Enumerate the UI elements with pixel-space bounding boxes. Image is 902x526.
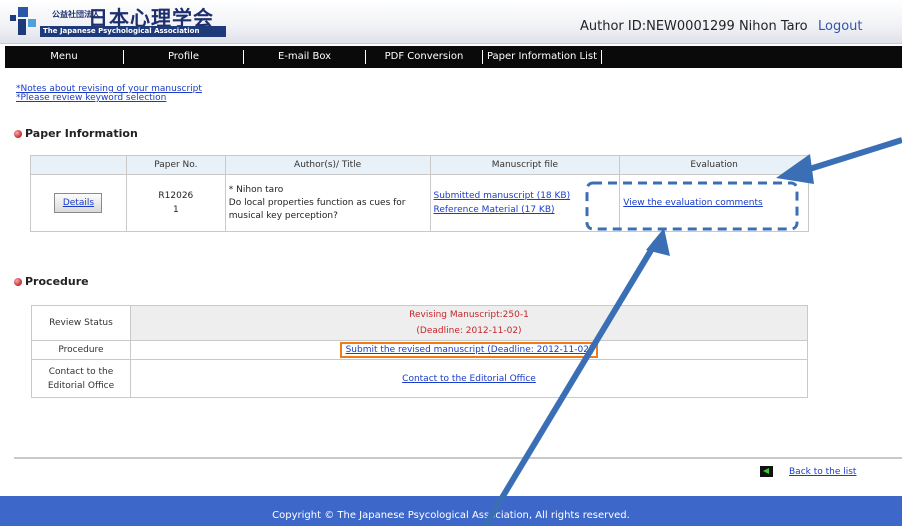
header-evaluation: Evaluation	[619, 155, 809, 175]
back-arrow-icon	[760, 466, 773, 477]
submitted-manuscript-link[interactable]: Submitted manuscript (18 KB)	[434, 189, 620, 203]
author-name: * Nihon taro	[228, 184, 284, 195]
nav-menu[interactable]: Menu	[5, 50, 124, 64]
nav-pdf-conversion[interactable]: PDF Conversion	[366, 50, 483, 64]
annotation-overlay	[482, 137, 902, 526]
table-header-row: Paper No. Author(s)/ Title Manuscript fi…	[30, 155, 809, 175]
paper-title: Do local properties function as cues for…	[228, 197, 406, 221]
details-cell: Details	[30, 174, 127, 232]
table-row: Details R12026 1 * Nihon taro Do local p…	[30, 174, 809, 232]
org-english-name: The Japanese Psychological Association	[40, 26, 226, 37]
nav-profile[interactable]: Profile	[124, 50, 244, 64]
contact-row: Contact to the Editorial Office Contact …	[31, 359, 808, 398]
procedure-row: Procedure Submit the revised manuscript …	[31, 340, 808, 360]
review-status-line: Revising Manuscript:250-1	[409, 310, 529, 320]
reference-material-link[interactable]: Reference Material (17 KB)	[434, 203, 620, 217]
back-to-list-link[interactable]: Back to the list	[789, 467, 856, 477]
submit-revised-highlight: Submit the revised manuscript (Deadline:…	[339, 342, 599, 358]
nav-email-box[interactable]: E-mail Box	[244, 50, 366, 64]
review-deadline-line: (Deadline: 2012-11-02)	[416, 326, 522, 336]
header-cell-empty	[30, 155, 127, 175]
keyword-selection-link[interactable]: *Please review keyword selection	[16, 94, 202, 103]
bullet-icon	[14, 129, 22, 138]
author-title-cell: * Nihon taro Do local properties functio…	[224, 174, 431, 232]
details-button[interactable]: Details	[54, 193, 103, 213]
review-status-label: Review Status	[31, 305, 131, 341]
notes-links: *Notes about revising of your manuscript…	[16, 85, 202, 103]
contact-value: Contact to the Editorial Office	[130, 359, 808, 398]
footer: Copyright © The Japanese Psycological As…	[0, 496, 902, 526]
review-status-value: Revising Manuscript:250-1 (Deadline: 201…	[130, 305, 808, 341]
bullet-icon	[14, 277, 22, 286]
submit-revised-manuscript-link[interactable]: Submit the revised manuscript (Deadline:…	[346, 345, 593, 355]
procedure-table: Review Status Revising Manuscript:250-1 …	[31, 305, 808, 398]
view-evaluation-comments-link[interactable]: View the evaluation comments	[623, 198, 763, 208]
main-nav: Menu Profile E-mail Box PDF Conversion P…	[5, 46, 902, 68]
manuscript-file-cell: Submitted manuscript (18 KB) Reference M…	[429, 174, 621, 232]
contact-editorial-office-link[interactable]: Contact to the Editorial Office	[402, 374, 536, 384]
paper-no-cell: R12026 1	[125, 174, 226, 232]
header-manuscript-file: Manuscript file	[429, 155, 621, 175]
paper-info-table: Paper No. Author(s)/ Title Manuscript fi…	[30, 155, 809, 232]
footer-divider	[14, 457, 902, 459]
review-status-row: Review Status Revising Manuscript:250-1 …	[31, 305, 808, 341]
contact-label: Contact to the Editorial Office	[31, 359, 131, 398]
user-info: Author ID:NEW0001299 Nihon Taro	[580, 19, 808, 34]
site-header: 公益社団法人 日本心理学会 The Japanese Psychological…	[0, 0, 902, 44]
paper-info-heading: Paper Information	[14, 127, 138, 140]
procedure-heading: Procedure	[14, 275, 89, 288]
header-author-title: Author(s)/ Title	[224, 155, 431, 175]
logout-link[interactable]: Logout	[818, 19, 863, 34]
header-paper-no: Paper No.	[125, 155, 226, 175]
nav-paper-information-list[interactable]: Paper Information List	[483, 50, 602, 64]
jpa-logo-icon	[10, 7, 36, 35]
evaluation-cell: View the evaluation comments	[619, 174, 809, 232]
procedure-label: Procedure	[31, 340, 131, 360]
procedure-value: Submit the revised manuscript (Deadline:…	[130, 340, 808, 360]
back-to-list[interactable]: Back to the list	[760, 466, 856, 477]
